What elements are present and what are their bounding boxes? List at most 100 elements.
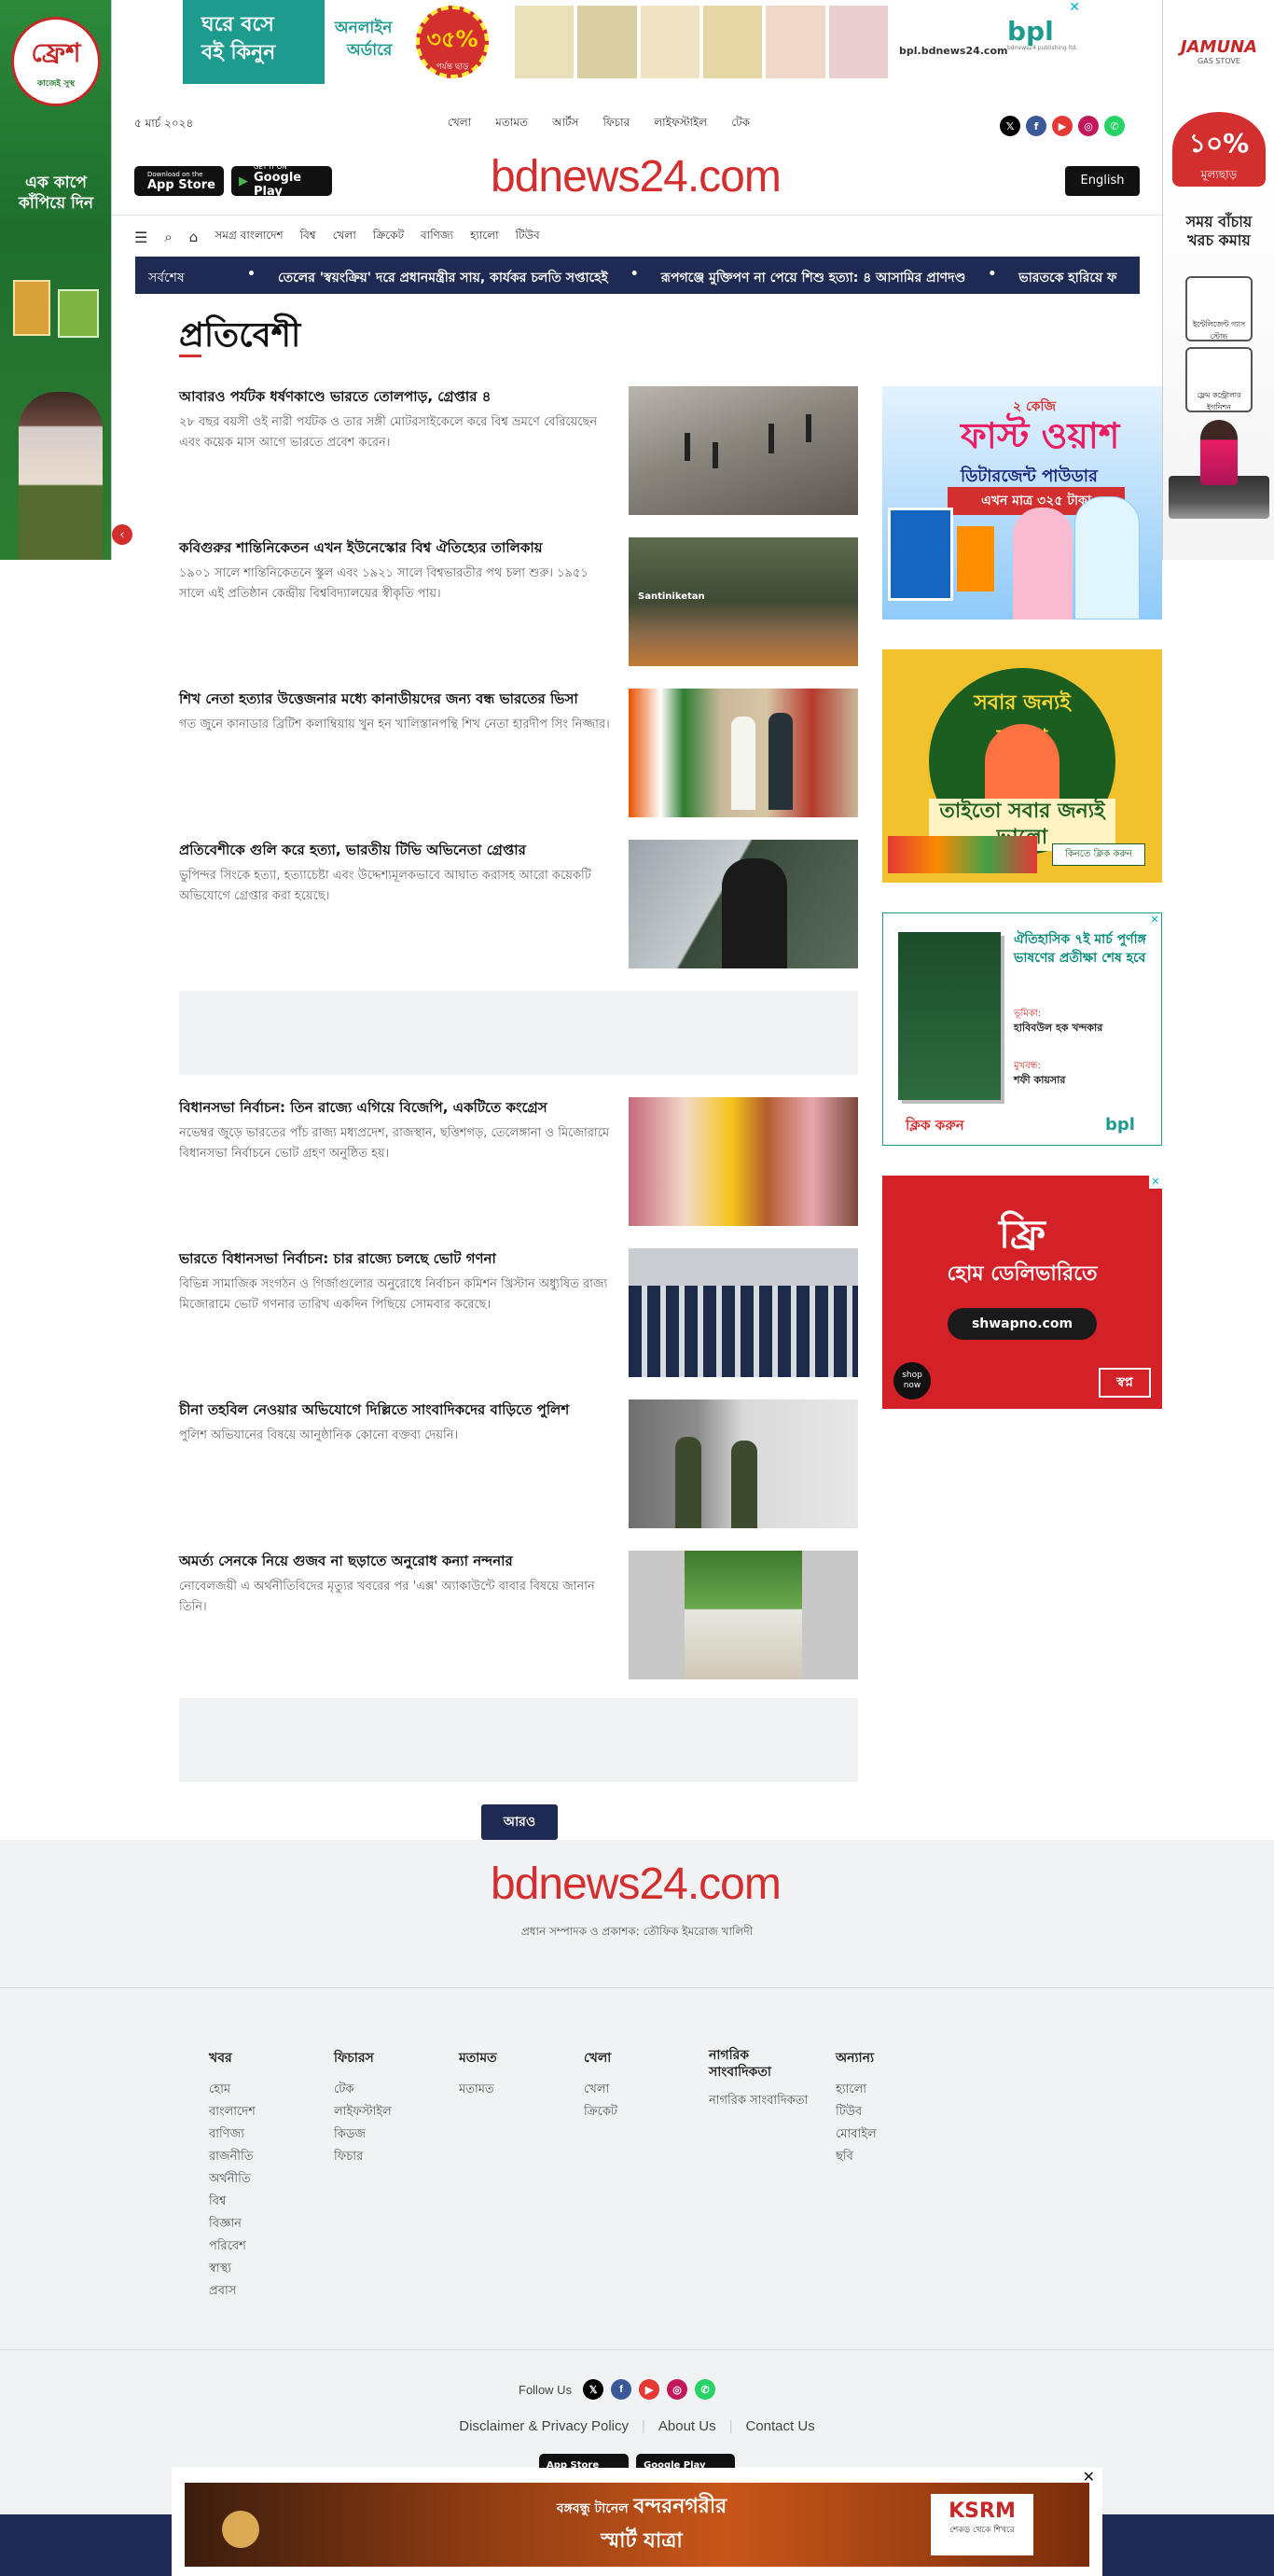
main-nav-item[interactable]: ক্রিকেট [373,228,404,246]
ticker-item[interactable]: ভারতকে হারিয়ে ফ [1018,267,1116,289]
article-thumbnail[interactable] [629,689,858,817]
footer-link[interactable]: স্বাস্থ্য [209,2258,312,2280]
youtube-icon[interactable]: ▶ [1052,116,1073,136]
article-title[interactable]: কবিগুরুর শান্তিনিকেতন এখন ইউনেস্কোর বিশ্… [179,537,608,558]
footer-link[interactable]: পরিবেশ [209,2235,312,2258]
footer-link[interactable]: হোম [209,2079,312,2101]
article-title[interactable]: বিধানসভা নির্বাচন: তিন রাজ্যে এগিয়ে বিজ… [179,1097,608,1118]
article-card[interactable]: চীনা তহবিল নেওয়ার অভিযোগে দিল্লিতে সাংব… [179,1399,858,1530]
youtube-icon[interactable]: ▶ [639,2379,660,2400]
main-nav-item[interactable]: বাণিজ্য [421,228,453,246]
article-thumbnail[interactable] [629,840,858,968]
site-logo[interactable]: bdnews24.com [491,151,782,202]
article-thumbnail[interactable] [629,386,858,515]
top-nav-item[interactable]: লাইফস্টাইল [654,115,707,133]
ad-close-icon[interactable]: ✕ [1148,913,1161,926]
instagram-icon[interactable]: ◎ [667,2379,688,2400]
main-nav-item[interactable]: সমগ্র বাংলাদেশ [215,228,283,246]
footer-link[interactable]: বিজ্ঞান [209,2213,312,2235]
top-nav-item[interactable]: আর্টস [552,115,578,133]
top-ad-discount-burst: ৩৫% পর্যন্ত ছাড় [416,6,489,78]
bottom-sticky-ad[interactable]: ✕ বঙ্গবন্ধু টানেল বন্দরনগরীর স্মার্ট যাত… [172,2468,1102,2576]
facebook-icon[interactable]: f [611,2379,632,2400]
more-button[interactable]: আরও [481,1804,558,1840]
top-nav-item[interactable]: খেলা [448,115,471,133]
article-thumbnail[interactable] [629,1097,858,1226]
article-thumbnail[interactable] [629,1551,858,1679]
footer-link[interactable]: ক্রিকেট [584,2101,686,2123]
footer-link[interactable]: বাংলাদেশ [209,2101,312,2123]
ad-close-icon[interactable]: ✕ [1149,1176,1162,1189]
left-ad-prev-arrow[interactable]: ‹ [112,524,132,545]
footer-logo[interactable]: bdnews24.com [491,1859,782,1910]
footer-link[interactable]: অর্থনীতি [209,2168,312,2191]
menu-icon[interactable]: ☰ [134,229,147,246]
whatsapp-icon[interactable]: ✆ [1104,116,1125,136]
footer-link[interactable]: খেলা [584,2079,686,2101]
footer-link[interactable]: প্রবাস [209,2280,312,2303]
footer-link[interactable]: মোবাইল [836,2123,938,2146]
search-icon[interactable]: ⌕ [164,229,172,245]
footer-link[interactable]: হ্যালো [836,2079,938,2101]
footer-bottom-link[interactable]: About Us [658,2418,716,2434]
main-nav-item[interactable]: খেলা [333,228,356,246]
right-ad-tagline: সময় বাঁচায় খরচ কমায় [1185,213,1253,249]
language-button[interactable]: English [1065,166,1140,196]
article-card[interactable]: আবারও পর্যটক ধর্ষণকাণ্ডে ভারতে তোলপাড়, … [179,386,858,517]
article-card[interactable]: কবিগুরুর শান্তিনিকেতন এখন ইউনেস্কোর বিশ্… [179,537,858,668]
article-title[interactable]: আবারও পর্যটক ধর্ষণকাণ্ডে ভারতে তোলপাড়, … [179,386,608,407]
article-thumbnail[interactable] [629,1399,858,1528]
article-title[interactable]: ভারতে বিধানসভা নির্বাচন: চার রাজ্যে চলছে… [179,1248,608,1269]
footer-bottom-link[interactable]: Contact Us [746,2418,815,2434]
article-title[interactable]: চীনা তহবিল নেওয়ার অভিযোগে দিল্লিতে সাংব… [179,1399,608,1420]
app-store-button[interactable]: Download on the App Store [134,166,224,196]
top-nav-item[interactable]: টেক [731,115,750,133]
footer-link[interactable]: কিডজ [334,2123,436,2146]
footer-link[interactable]: বাণিজ্য [209,2123,312,2146]
discount-badge: ১০% মূল্যছাড় [1172,112,1266,187]
footer-link[interactable]: নাগরিক সাংবাদিকতা [709,2090,821,2112]
article-thumbnail[interactable] [629,1248,858,1377]
article-card[interactable]: অমর্ত্য সেনকে নিয়ে গুজব না ছড়াতে অনুরো… [179,1551,858,1681]
article-title[interactable]: অমর্ত্য সেনকে নিয়ে গুজব না ছড়াতে অনুরো… [179,1551,608,1571]
sidebar-ad-fastwash[interactable]: ২ কেজি ফাস্ট ওয়াশ ডিটারজেন্ট পাউডার এখন… [882,386,1162,620]
article-title[interactable]: প্রতিবেশীকে গুলি করে হত্যা, ভারতীয় টিভি… [179,840,608,860]
left-skyscraper-ad[interactable]: ফ্রেশ কাজেই সুস্থ এক কাপে কাঁপিয়ে দিন [0,0,112,560]
footer-link[interactable]: টেক [334,2079,436,2101]
ticker-item[interactable]: তেলের 'স্বয়ংক্রিয়' দরে প্রধানমন্ত্রীর … [278,267,608,289]
main-nav-item[interactable]: বিশ্ব [300,228,316,246]
footer-link[interactable]: ফিচার [334,2146,436,2168]
article-thumbnail[interactable]: Santiniketan [629,537,858,666]
article-card[interactable]: ভারতে বিধানসভা নির্বাচন: চার রাজ্যে চলছে… [179,1248,858,1379]
article-title[interactable]: শিখ নেতা হত্যার উত্তেজনার মধ্যে কানাডীয়… [179,689,608,709]
footer-link[interactable]: টিউব [836,2101,938,2123]
sidebar-ad-salt[interactable]: সবার জন্যই ভালো তাইতো সবার জন্যই ভালো কি… [882,649,1162,883]
top-nav-item[interactable]: ফিচার [602,115,630,133]
x-icon[interactable]: 𝕏 [1000,116,1020,136]
footer-link[interactable]: বিশ্ব [209,2191,312,2213]
facebook-icon[interactable]: f [1026,116,1046,136]
instagram-icon[interactable]: ◎ [1078,116,1099,136]
x-icon[interactable]: 𝕏 [583,2379,604,2400]
footer-link[interactable]: মতামত [459,2079,561,2101]
sidebar-ad-bpl-book[interactable]: ✕ ঐতিহাসিক ৭ই মার্চ পুর্ণাঙ্গ ভাষণের প্র… [882,912,1162,1146]
home-icon[interactable]: ⌂ [189,229,199,245]
whatsapp-icon[interactable]: ✆ [695,2379,716,2400]
main-nav-item[interactable]: টিউব [516,228,540,246]
google-play-button[interactable]: ▶ GET IT ON Google Play [231,163,332,199]
footer-link[interactable]: লাইফস্টাইল [334,2101,436,2123]
article-card[interactable]: বিধানসভা নির্বাচন: তিন রাজ্যে এগিয়ে বিজ… [179,1097,858,1228]
footer-link[interactable]: ছবি [836,2146,938,2168]
footer-bottom-link[interactable]: Disclaimer & Privacy Policy [459,2418,629,2434]
footer-link[interactable]: রাজনীতি [209,2146,312,2168]
top-nav-item[interactable]: মতামত [495,115,528,133]
close-icon[interactable]: ✕ [1069,0,1080,15]
article-card[interactable]: শিখ নেতা হত্যার উত্তেজনার মধ্যে কানাডীয়… [179,689,858,819]
article-card[interactable]: প্রতিবেশীকে গুলি করে হত্যা, ভারতীয় টিভি… [179,840,858,970]
ticker-item[interactable]: রূপগঞ্জে মুক্তিপণ না পেয়ে শিশু হত্যা: ৪… [661,267,966,289]
right-skyscraper-ad[interactable]: JAMUNA GAS STOVE ১০% মূল্যছাড় সময় বাঁচ… [1162,0,1274,560]
sidebar-ad-shwapno[interactable]: ✕ ফ্রি হোম ডেলিভারিতে shwapno.com shop n… [882,1176,1162,1409]
ad-placeholder [179,1698,858,1782]
top-banner-ad[interactable]: ঘরে বসে বই কিনুন অনলাইন অর্ডারে ৩৫% পর্য… [183,0,1087,84]
main-nav-item[interactable]: হ্যালো [470,228,499,246]
